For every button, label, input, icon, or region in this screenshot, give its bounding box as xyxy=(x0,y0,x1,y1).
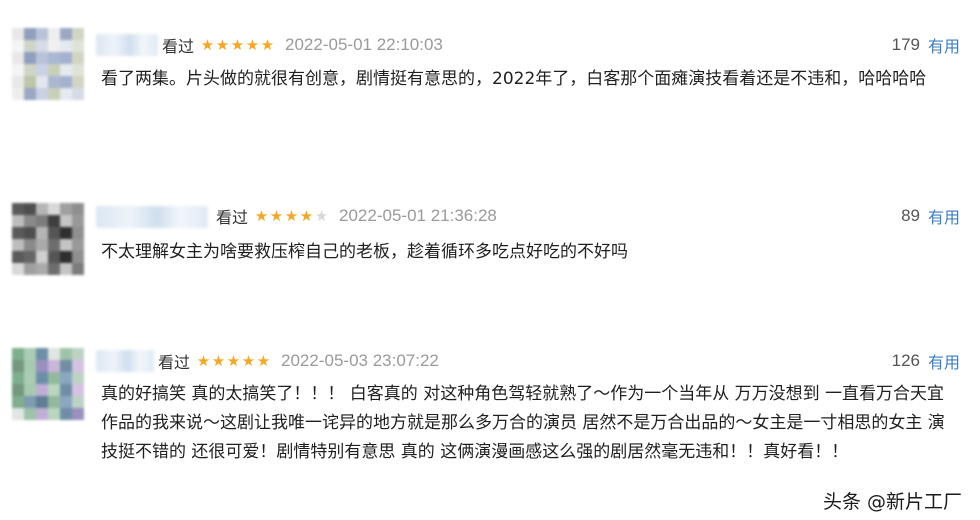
review-meta: 看过 ★ ★ ★ ★ ★ 2022-05-03 23:07:22 xyxy=(158,349,439,373)
vote-area: 89 有用 xyxy=(901,204,960,228)
star-filled-icon: ★ xyxy=(211,352,226,370)
useful-button[interactable]: 有用 xyxy=(928,204,960,228)
star-filled-icon: ★ xyxy=(241,352,256,370)
review-text: 不太理解女主为啥要救压榨自己的老板，趁着循环多吃点好吃的不好吗 xyxy=(101,242,628,262)
star-filled-icon: ★ xyxy=(260,36,275,54)
review-time: 2022-05-03 23:07:22 xyxy=(281,351,439,370)
review-time: 2022-05-01 21:36:28 xyxy=(339,206,497,225)
watched-label: 看过 xyxy=(158,353,191,372)
star-filled-icon: ★ xyxy=(230,36,245,54)
vote-area: 126 有用 xyxy=(892,349,960,373)
rating-stars: ★ ★ ★ ★ ★ xyxy=(200,37,275,53)
username[interactable] xyxy=(96,206,208,228)
vote-area: 179 有用 xyxy=(892,33,960,57)
username[interactable] xyxy=(96,350,154,372)
watched-label: 看过 xyxy=(162,37,195,56)
username[interactable] xyxy=(96,34,158,56)
review-text: 看了两集。片头做的就很有创意，剧情挺有意思的，2022年了，白客那个面瘫演技看着… xyxy=(101,69,927,89)
review-meta: 看过 ★ ★ ★ ★ ★ 2022-05-01 21:36:28 xyxy=(216,204,497,228)
review-text: 真的好搞笑 真的太搞笑了！！！ 白客真的 对这种角色驾轻就熟了～作为一个当年从 … xyxy=(101,384,945,462)
star-empty-icon: ★ xyxy=(314,207,329,225)
useful-button[interactable]: 有用 xyxy=(928,33,960,57)
watermark: 头条 @新片工厂 xyxy=(822,491,962,513)
star-filled-icon: ★ xyxy=(196,352,211,370)
vote-count: 179 xyxy=(891,35,920,54)
rating-stars: ★ ★ ★ ★ ★ xyxy=(254,208,329,224)
avatar[interactable] xyxy=(12,348,84,420)
vote-count: 89 xyxy=(901,206,920,225)
star-filled-icon: ★ xyxy=(215,36,230,54)
star-filled-icon: ★ xyxy=(256,352,271,370)
review-time: 2022-05-01 22:10:03 xyxy=(285,35,443,54)
star-filled-icon: ★ xyxy=(299,207,314,225)
star-filled-icon: ★ xyxy=(254,207,269,225)
review-meta: 看过 ★ ★ ★ ★ ★ 2022-05-01 22:10:03 xyxy=(162,33,443,57)
avatar[interactable] xyxy=(12,203,84,275)
useful-button[interactable]: 有用 xyxy=(928,349,960,373)
avatar[interactable] xyxy=(12,28,84,100)
vote-count: 126 xyxy=(891,351,920,370)
watched-label: 看过 xyxy=(216,208,249,227)
star-filled-icon: ★ xyxy=(269,207,284,225)
star-filled-icon: ★ xyxy=(226,352,241,370)
star-filled-icon: ★ xyxy=(200,36,215,54)
star-filled-icon: ★ xyxy=(245,36,260,54)
rating-stars: ★ ★ ★ ★ ★ xyxy=(196,353,271,369)
star-filled-icon: ★ xyxy=(284,207,299,225)
